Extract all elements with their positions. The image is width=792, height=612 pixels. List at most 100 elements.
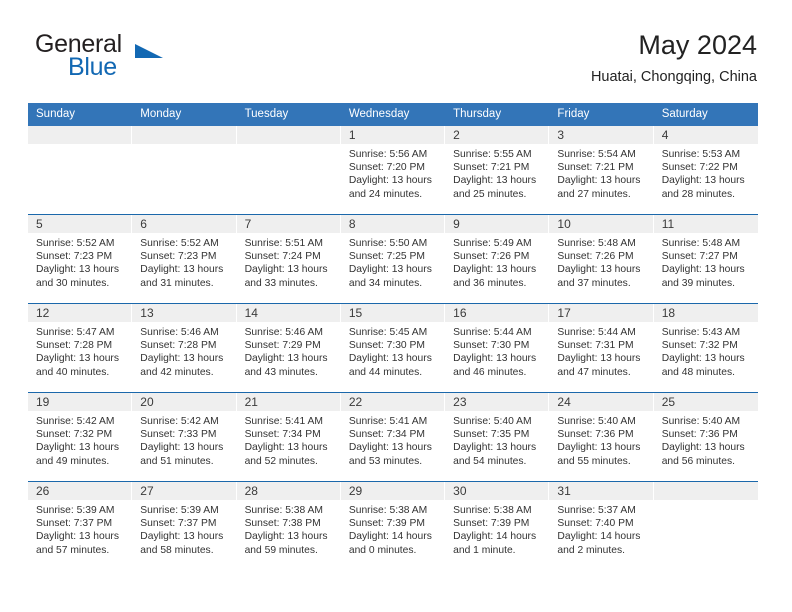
day-daylight-line2-text: and 37 minutes. bbox=[557, 277, 631, 289]
day-number: 16 bbox=[445, 304, 549, 322]
day-sunrise-text: Sunrise: 5:48 AM bbox=[557, 238, 636, 249]
day-daylight-line2-text: and 48 minutes. bbox=[661, 366, 735, 378]
day-daylight-line2-text: and 34 minutes. bbox=[348, 277, 423, 289]
day-sunset-text: Sunset: 7:33 PM bbox=[140, 429, 217, 441]
day-daylight-line1-text: Daylight: 13 hours bbox=[36, 353, 119, 365]
weekday-header-monday: Monday bbox=[140, 108, 182, 120]
calendar-day-cell-empty bbox=[28, 126, 133, 214]
calendar-day-cell[interactable]: 12 Sunrise: 5:47 AM Sunset: 7:28 PM Dayligh… bbox=[28, 304, 133, 392]
day-daylight-line2-text: and 59 minutes. bbox=[244, 544, 318, 556]
day-sunrise-text: Sunrise: 5:51 AM bbox=[244, 238, 323, 249]
calendar-day-cell[interactable]: 7 Sunrise: 5:51 AM Sunset: 7:24 PM Daylight… bbox=[236, 215, 341, 303]
day-number bbox=[653, 482, 758, 500]
day-sun-info: Sunrise: 5:40 AM Sunset: 7:36 PM Daylight:… bbox=[549, 411, 652, 468]
day-daylight-line1-text: Daylight: 13 hours bbox=[453, 353, 537, 365]
day-daylight-line2-text: and 51 minutes. bbox=[140, 455, 214, 467]
calendar-day-cell[interactable]: 15 Sunrise: 5:45 AM Sunset: 7:30 PM Dayligh… bbox=[340, 304, 446, 392]
calendar-day-cell[interactable]: 23 Sunrise: 5:40 AM Sunset: 7:35 PM Dayligh… bbox=[445, 393, 550, 481]
calendar-day-cell[interactable]: 29 Sunrise: 5:38 AM Sunset: 7:39 PM Dayligh… bbox=[340, 482, 446, 570]
day-daylight-line1-text: Daylight: 13 hours bbox=[140, 531, 224, 543]
day-daylight-line1-text: Daylight: 13 hours bbox=[140, 442, 224, 454]
day-sunrise-text: Sunrise: 5:49 AM bbox=[453, 238, 532, 249]
day-daylight-line1-text: Daylight: 13 hours bbox=[557, 175, 641, 187]
calendar-day-cell-empty bbox=[653, 482, 758, 570]
day-daylight-line2-text: and 28 minutes. bbox=[661, 188, 735, 200]
calendar-day-cell[interactable]: 2 Sunrise: 5:55 AM Sunset: 7:21 PM Daylight… bbox=[445, 126, 550, 214]
weekday-header-sunday: Sunday bbox=[36, 108, 76, 120]
day-sunset-text: Sunset: 7:28 PM bbox=[36, 340, 113, 352]
calendar-day-cell[interactable]: 10 Sunrise: 5:48 AM Sunset: 7:26 PM Dayligh… bbox=[549, 215, 654, 303]
day-daylight-line2-text: and 0 minutes. bbox=[348, 544, 417, 556]
day-sunrise-text: Sunrise: 5:52 AM bbox=[140, 238, 219, 249]
day-sunset-text: Sunset: 7:27 PM bbox=[661, 251, 738, 263]
calendar-day-cell[interactable]: 14 Sunrise: 5:46 AM Sunset: 7:29 PM Dayligh… bbox=[236, 304, 341, 392]
day-number: 25 bbox=[653, 393, 758, 411]
calendar-page: General Blue May 2024 Huatai, Chongqing,… bbox=[0, 0, 792, 612]
calendar-day-cell[interactable]: 8 Sunrise: 5:50 AM Sunset: 7:25 PM Daylight… bbox=[340, 215, 446, 303]
calendar-day-cell[interactable]: 22 Sunrise: 5:41 AM Sunset: 7:34 PM Dayligh… bbox=[340, 393, 446, 481]
day-daylight-line1-text: Daylight: 13 hours bbox=[557, 264, 641, 276]
day-sunset-text: Sunset: 7:39 PM bbox=[348, 518, 425, 530]
day-sunset-text: Sunset: 7:20 PM bbox=[348, 162, 425, 174]
title-block: May 2024 Huatai, Chongqing, China bbox=[591, 28, 757, 88]
day-sunset-text: Sunset: 7:35 PM bbox=[453, 429, 530, 441]
calendar-day-cell[interactable]: 28 Sunrise: 5:38 AM Sunset: 7:38 PM Dayligh… bbox=[236, 482, 341, 570]
day-daylight-line2-text: and 57 minutes. bbox=[36, 544, 110, 556]
day-daylight-line1-text: Daylight: 13 hours bbox=[348, 175, 432, 187]
day-number: 31 bbox=[549, 482, 653, 500]
day-number: 29 bbox=[340, 482, 445, 500]
day-daylight-line2-text: and 31 minutes. bbox=[140, 277, 214, 289]
day-sunrise-text: Sunrise: 5:56 AM bbox=[348, 149, 428, 160]
day-number: 15 bbox=[340, 304, 445, 322]
calendar-day-cell[interactable]: 26 Sunrise: 5:39 AM Sunset: 7:37 PM Dayligh… bbox=[28, 482, 133, 570]
day-daylight-line1-text: Daylight: 13 hours bbox=[36, 264, 119, 276]
calendar-day-cell[interactable]: 18 Sunrise: 5:43 AM Sunset: 7:32 PM Dayligh… bbox=[653, 304, 758, 392]
day-number: 28 bbox=[236, 482, 340, 500]
day-number: 14 bbox=[236, 304, 340, 322]
calendar-day-cell[interactable]: 13 Sunrise: 5:46 AM Sunset: 7:28 PM Dayligh… bbox=[132, 304, 237, 392]
day-sunrise-text: Sunrise: 5:40 AM bbox=[453, 416, 532, 427]
day-daylight-line2-text: and 47 minutes. bbox=[557, 366, 631, 378]
calendar-day-cell[interactable]: 3 Sunrise: 5:54 AM Sunset: 7:21 PM Daylight… bbox=[549, 126, 654, 214]
day-sunset-text: Sunset: 7:21 PM bbox=[453, 162, 530, 174]
calendar-day-cell[interactable]: 27 Sunrise: 5:39 AM Sunset: 7:37 PM Dayligh… bbox=[132, 482, 237, 570]
day-daylight-line1-text: Daylight: 13 hours bbox=[661, 353, 745, 365]
day-daylight-line1-text: Daylight: 13 hours bbox=[557, 442, 641, 454]
day-number: 7 bbox=[236, 215, 340, 233]
calendar-day-cell[interactable]: 4 Sunrise: 5:53 AM Sunset: 7:22 PM Daylight… bbox=[653, 126, 758, 214]
calendar-day-cell[interactable]: 17 Sunrise: 5:44 AM Sunset: 7:31 PM Dayligh… bbox=[549, 304, 654, 392]
day-number: 3 bbox=[549, 126, 653, 144]
day-daylight-line1-text: Daylight: 13 hours bbox=[661, 175, 745, 187]
calendar-day-cell[interactable]: 25 Sunrise: 5:40 AM Sunset: 7:36 PM Dayligh… bbox=[653, 393, 758, 481]
calendar-day-cell[interactable]: 19 Sunrise: 5:42 AM Sunset: 7:32 PM Dayligh… bbox=[28, 393, 133, 481]
calendar-day-cell[interactable]: 1 Sunrise: 5:56 AM Sunset: 7:20 PM Daylight… bbox=[340, 126, 446, 214]
day-sunrise-text: Sunrise: 5:44 AM bbox=[453, 327, 532, 338]
calendar-day-cell[interactable]: 20 Sunrise: 5:42 AM Sunset: 7:33 PM Dayligh… bbox=[132, 393, 237, 481]
day-sunrise-text: Sunrise: 5:42 AM bbox=[36, 416, 115, 427]
calendar-day-cell[interactable]: 9 Sunrise: 5:49 AM Sunset: 7:26 PM Daylight… bbox=[445, 215, 550, 303]
day-sunrise-text: Sunrise: 5:38 AM bbox=[348, 505, 428, 516]
page-subtitle: Huatai, Chongqing, China bbox=[590, 69, 757, 85]
calendar-day-cell[interactable]: 11 Sunrise: 5:48 AM Sunset: 7:27 PM Dayligh… bbox=[653, 215, 758, 303]
calendar-day-cell[interactable]: 16 Sunrise: 5:44 AM Sunset: 7:30 PM Dayligh… bbox=[445, 304, 550, 392]
calendar-day-cell[interactable]: 31 Sunrise: 5:37 AM Sunset: 7:40 PM Dayligh… bbox=[549, 482, 654, 570]
day-sun-info: Sunrise: 5:53 AM Sunset: 7:22 PM Daylight:… bbox=[654, 144, 758, 201]
day-sunset-text: Sunset: 7:30 PM bbox=[348, 340, 425, 352]
calendar-day-cell[interactable]: 30 Sunrise: 5:38 AM Sunset: 7:39 PM Dayligh… bbox=[445, 482, 550, 570]
day-sun-info: Sunrise: 5:38 AM Sunset: 7:39 PM Daylight:… bbox=[341, 500, 444, 557]
calendar-day-cell[interactable]: 21 Sunrise: 5:41 AM Sunset: 7:34 PM Dayligh… bbox=[236, 393, 341, 481]
calendar-day-cell[interactable]: 5 Sunrise: 5:52 AM Sunset: 7:23 PM Daylight… bbox=[28, 215, 133, 303]
day-daylight-line2-text: and 54 minutes. bbox=[453, 455, 527, 467]
general-blue-logo[interactable]: General Blue bbox=[35, 28, 215, 90]
calendar-day-cell[interactable]: 6 Sunrise: 5:52 AM Sunset: 7:23 PM Daylight… bbox=[132, 215, 237, 303]
logo-text-blue: Blue bbox=[68, 53, 117, 81]
day-sun-info: Sunrise: 5:44 AM Sunset: 7:30 PM Daylight:… bbox=[445, 322, 548, 379]
page-header: General Blue May 2024 Huatai, Chongqing,… bbox=[0, 28, 792, 100]
calendar-day-cell[interactable]: 24 Sunrise: 5:40 AM Sunset: 7:36 PM Dayligh… bbox=[549, 393, 654, 481]
day-daylight-line1-text: Daylight: 13 hours bbox=[36, 531, 119, 543]
day-daylight-line2-text: and 58 minutes. bbox=[140, 544, 214, 556]
day-daylight-line2-text: and 1 minute. bbox=[453, 544, 516, 556]
day-daylight-line2-text: and 25 minutes. bbox=[453, 188, 527, 200]
day-daylight-line1-text: Daylight: 13 hours bbox=[661, 264, 745, 276]
day-sun-info: Sunrise: 5:39 AM Sunset: 7:37 PM Daylight:… bbox=[132, 500, 235, 557]
